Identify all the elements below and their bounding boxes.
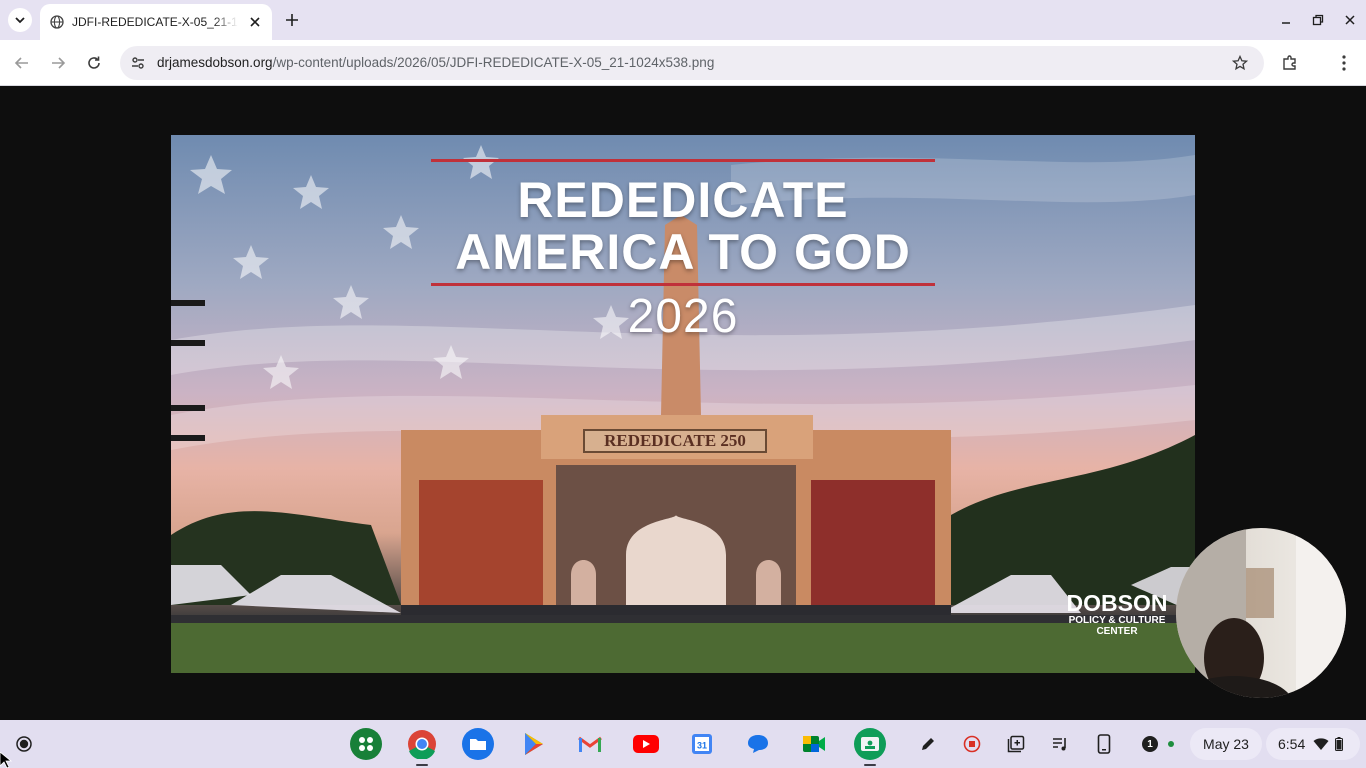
notification-count-badge: 1 [1142,736,1158,752]
browser-toolbar: drjamesdobson.org/wp-content/uploads/202… [0,40,1366,86]
play-store-icon [525,733,543,755]
battery-icon [1335,737,1344,751]
stage-sign: REDEDICATE 250 [583,429,767,453]
star-icon [1232,55,1248,71]
forward-button[interactable] [46,51,70,75]
screen-capture-button[interactable] [1004,732,1028,756]
app-files[interactable] [462,728,494,760]
plus-icon [286,14,298,26]
record-icon [963,735,981,753]
poster-title-line2: AMERICA TO GOD [455,224,911,280]
app-messages[interactable] [742,728,774,760]
chrome-icon [408,730,436,759]
classroom-icon [861,737,879,751]
app-chrome[interactable] [406,728,438,766]
title-rule-bottom [431,283,935,286]
tab-strip: JDFI-REDEDICATE-X-05_21-1024x538.png [0,0,1366,40]
wifi-icon [1313,738,1329,750]
calendar-icon: 31 [692,734,712,754]
extensions-button[interactable] [1278,51,1302,75]
bookmark-star-button[interactable] [1230,53,1250,73]
webcam-overlay[interactable] [1176,528,1346,698]
running-indicator [416,764,428,766]
reload-button[interactable] [82,51,106,75]
tab-title: JDFI-REDEDICATE-X-05_21-1024x538.png [72,15,238,29]
logo-line3: CENTER [1096,626,1138,637]
app-play-store[interactable] [518,728,550,760]
dobson-logo: DOBSON POLICY & CULTURE CENTER [1057,591,1177,637]
active-tab[interactable]: JDFI-REDEDICATE-X-05_21-1024x538.png [40,4,272,40]
launcher-icon [16,736,32,752]
close-icon [250,17,260,27]
restore-button[interactable] [1306,8,1330,32]
close-icon [1345,15,1355,25]
app-gmail[interactable] [574,728,606,760]
pen-icon [922,738,934,750]
status-dot-icon [1168,741,1174,747]
app-youtube[interactable] [630,728,662,760]
youtube-icon [633,735,659,753]
address-bar[interactable]: drjamesdobson.org/wp-content/uploads/202… [120,46,1264,80]
title-rule-top [431,159,935,162]
tab-close-button[interactable] [246,13,264,31]
system-shelf: 31 1 May 23 6:54 [0,720,1366,768]
stylus-tools-button[interactable] [916,732,940,756]
grid-icon [359,737,373,751]
site-info-icon[interactable] [128,53,148,73]
clock-text: 6:54 [1278,736,1306,752]
mouse-cursor-icon [0,752,12,768]
video-camera-icon [803,736,825,752]
url-path: /wp-content/uploads/2026/05/JDFI-REDEDIC… [272,55,715,70]
globe-icon [50,15,64,29]
date-tray[interactable]: May 23 [1190,728,1262,760]
arrow-left-icon [14,57,28,69]
launcher-button[interactable] [12,732,36,756]
chevron-down-icon [15,17,25,24]
folder-icon [470,739,486,750]
logo-line1: DOBSON [1066,590,1168,616]
media-controls-button[interactable] [1048,732,1072,756]
playlist-icon [1053,738,1066,751]
app-meet[interactable] [798,728,830,760]
minimize-button[interactable] [1274,8,1298,32]
url-host: drjamesdobson.org [157,55,273,70]
app-classroom[interactable] [854,728,886,766]
more-vert-icon [1342,55,1346,71]
reload-icon [88,56,100,69]
date-text: May 23 [1203,736,1249,752]
puzzle-icon [1283,55,1296,70]
app-calendar[interactable]: 31 [686,728,718,760]
back-button[interactable] [10,51,34,75]
url-text: drjamesdobson.org/wp-content/uploads/202… [157,55,714,70]
chat-bubble-icon [748,735,768,753]
new-tab-button[interactable] [282,10,302,30]
poster-title-line1: REDEDICATE [517,172,849,228]
restore-icon [1312,14,1324,26]
arrow-right-icon [52,57,66,69]
phone-icon [1097,734,1111,754]
svg-text:31: 31 [697,741,707,751]
running-indicator [864,764,876,766]
notification-indicator[interactable]: 1 [1136,728,1186,760]
logo-line2: POLICY & CULTURE [1068,615,1166,626]
page-viewport: REDEDICATE AMERICA TO GOD 2026 REDEDICAT… [0,87,1366,720]
app-launcher-grid[interactable] [350,728,382,760]
gmail-icon [578,736,602,752]
menu-button[interactable] [1332,51,1356,75]
close-window-button[interactable] [1338,8,1362,32]
poster-image: REDEDICATE AMERICA TO GOD 2026 REDEDICAT… [171,135,1195,673]
status-area[interactable]: 6:54 [1266,728,1360,760]
screen-record-button[interactable] [960,732,984,756]
minimize-icon [1282,22,1290,24]
tab-search-button[interactable] [8,8,32,32]
phone-hub-button[interactable] [1092,732,1116,756]
poster-year: 2026 [627,290,739,343]
screen-capture-icon [1007,735,1025,753]
webcam-feed [1176,528,1346,698]
